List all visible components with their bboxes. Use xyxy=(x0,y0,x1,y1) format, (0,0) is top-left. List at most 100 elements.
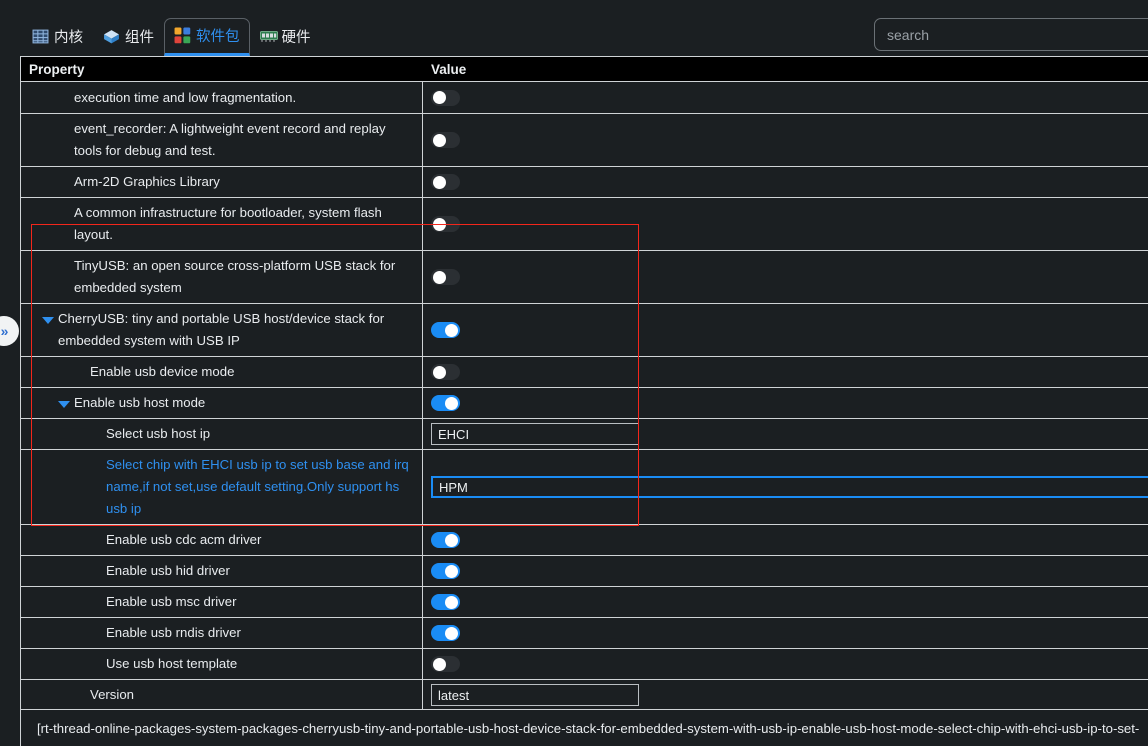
row-label: Select usb host ip xyxy=(106,426,211,441)
cell-value xyxy=(423,167,1148,197)
row-label: TinyUSB: an open source cross-platform U… xyxy=(74,258,396,295)
row-label: Select chip with EHCI usb ip to set usb … xyxy=(106,457,409,516)
toggle-switch[interactable] xyxy=(431,656,460,672)
search-input[interactable] xyxy=(874,18,1148,51)
table-row[interactable]: TinyUSB: an open source cross-platform U… xyxy=(21,251,1148,304)
tab-2[interactable]: 组件 xyxy=(93,18,164,56)
toggle-switch[interactable] xyxy=(431,132,460,148)
table-row[interactable]: execution time and low fragmentation. xyxy=(21,82,1148,114)
tab-3[interactable]: 软件包 xyxy=(164,18,250,56)
toggle-switch[interactable] xyxy=(431,216,460,232)
toggle-switch[interactable] xyxy=(431,395,460,411)
cell-value: EHCI xyxy=(423,419,1148,449)
value-text-field[interactable]: latest xyxy=(431,684,639,706)
sidebar-expand-chevron-icon[interactable]: » xyxy=(0,316,19,346)
cell-value: latest xyxy=(423,680,1148,709)
toggle-knob xyxy=(445,323,458,337)
cube-icon xyxy=(103,28,120,45)
toggle-knob xyxy=(445,396,458,410)
cell-value xyxy=(423,587,1148,617)
package-config-window: 内核 组件 软件包 硬件 Property Value execution time … xyxy=(0,0,1148,746)
cell-property: Enable usb msc driver xyxy=(21,587,423,617)
tab-bar: 内核 组件 软件包 硬件 xyxy=(0,0,1148,56)
toggle-knob xyxy=(445,564,458,578)
table-row[interactable]: event_recorder: A lightweight event reco… xyxy=(21,114,1148,167)
cell-value xyxy=(423,114,1148,166)
toggle-switch[interactable] xyxy=(431,532,460,548)
toggle-knob xyxy=(433,365,446,379)
toggle-switch[interactable] xyxy=(431,364,460,380)
row-label: Arm-2D Graphics Library xyxy=(74,174,220,189)
table-body: execution time and low fragmentation. eve… xyxy=(21,82,1148,709)
cell-property: TinyUSB: an open source cross-platform U… xyxy=(21,251,423,303)
table-row[interactable]: Enable usb msc driver xyxy=(21,587,1148,618)
table-row[interactable]: Enable usb host mode xyxy=(21,388,1148,419)
row-label: Enable usb device mode xyxy=(90,364,235,379)
row-label: Enable usb hid driver xyxy=(106,563,230,578)
cell-property: execution time and low fragmentation. xyxy=(21,82,423,113)
column-header-value: Value xyxy=(431,62,467,77)
tab-list: 内核 组件 软件包 硬件 xyxy=(22,14,321,56)
row-label: execution time and low fragmentation. xyxy=(74,90,297,105)
tab-4[interactable]: 硬件 xyxy=(250,18,321,56)
toggle-knob xyxy=(445,626,458,640)
table-row[interactable]: A common infrastructure for bootloader, … xyxy=(21,198,1148,251)
table-row[interactable]: Enable usb cdc acm driver xyxy=(21,525,1148,556)
cell-property: Enable usb rndis driver xyxy=(21,618,423,648)
tab-label: 组件 xyxy=(125,30,154,46)
cell-property: Version xyxy=(21,680,423,709)
toggle-switch[interactable] xyxy=(431,625,460,641)
cell-value xyxy=(423,556,1148,586)
toggle-switch[interactable] xyxy=(431,322,460,338)
toggle-switch[interactable] xyxy=(431,594,460,610)
cell-property: Use usb host template xyxy=(21,649,423,679)
row-label: CherryUSB: tiny and portable USB host/de… xyxy=(58,311,385,348)
table-row[interactable]: Enable usb device mode xyxy=(21,357,1148,388)
chip-icon xyxy=(259,28,278,45)
cell-value xyxy=(423,82,1148,113)
toggle-switch[interactable] xyxy=(431,174,460,190)
cell-value xyxy=(423,304,1148,356)
toggle-knob xyxy=(433,657,446,671)
cell-property: CherryUSB: tiny and portable USB host/de… xyxy=(21,304,423,356)
table-row[interactable]: Select chip with EHCI usb ip to set usb … xyxy=(21,450,1148,525)
property-table: Property Value execution time and low fr… xyxy=(20,56,1148,709)
table-row[interactable]: Arm-2D Graphics Library xyxy=(21,167,1148,198)
toggle-knob xyxy=(433,270,446,284)
chevron-down-icon[interactable] xyxy=(57,397,71,411)
table-row[interactable]: Use usb host template xyxy=(21,649,1148,680)
toggle-switch[interactable] xyxy=(431,89,460,106)
cell-value xyxy=(423,251,1148,303)
row-label: event_recorder: A lightweight event reco… xyxy=(74,121,386,158)
cell-property: Enable usb device mode xyxy=(21,357,423,387)
table-row[interactable]: Version latest xyxy=(21,680,1148,709)
cell-value xyxy=(423,357,1148,387)
table-row[interactable]: CherryUSB: tiny and portable USB host/de… xyxy=(21,304,1148,357)
cell-property: Select usb host ip xyxy=(21,419,423,449)
cell-property: A common infrastructure for bootloader, … xyxy=(21,198,423,250)
value-text-field[interactable]: EHCI xyxy=(431,423,639,445)
table-row[interactable]: Enable usb rndis driver xyxy=(21,618,1148,649)
cell-value xyxy=(423,649,1148,679)
table-row[interactable]: Select usb host ip EHCI xyxy=(21,419,1148,450)
toggle-knob xyxy=(445,595,458,609)
toggle-switch[interactable] xyxy=(431,563,460,579)
toggle-knob xyxy=(433,217,446,231)
tab-1[interactable]: 内核 xyxy=(22,18,93,56)
cell-value xyxy=(423,198,1148,250)
value-text-field[interactable]: HPM xyxy=(431,476,1148,498)
tab-label: 硬件 xyxy=(281,30,311,46)
table-row[interactable]: Enable usb hid driver xyxy=(21,556,1148,587)
chevron-down-icon[interactable] xyxy=(41,313,55,327)
toggle-switch[interactable] xyxy=(431,269,460,285)
toggle-knob xyxy=(433,91,446,104)
